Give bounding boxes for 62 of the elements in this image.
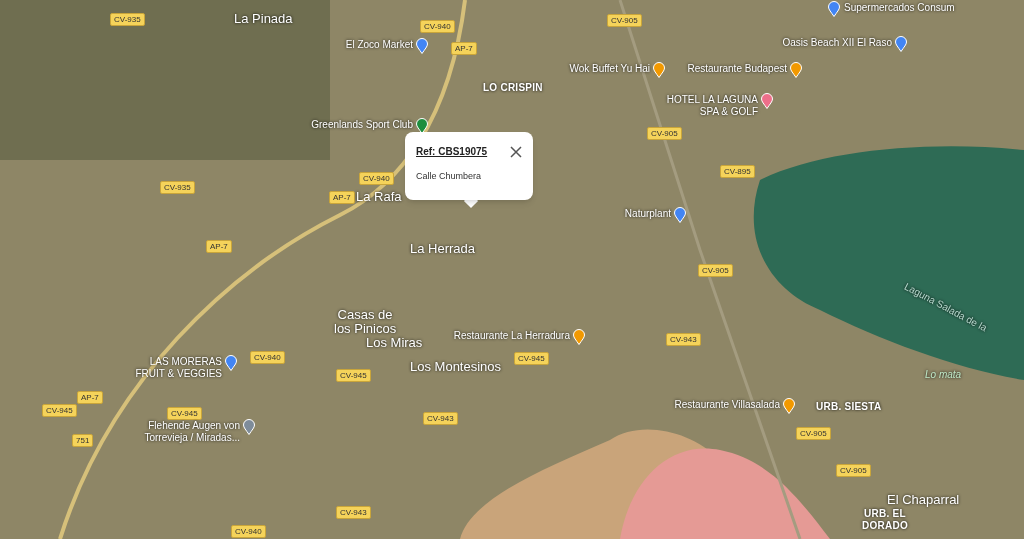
map-pin-icon[interactable] [674,207,686,223]
road-number: CV-945 [514,352,549,365]
road-number: CV-895 [720,165,755,178]
place-label: URB. EL DORADO [862,508,908,532]
road-number: CV-943 [423,412,458,425]
road-number: CV-940 [250,351,285,364]
place-label: La Rafa [356,190,402,204]
place-label[interactable]: Flehende Augen von Torrevieja / Miradas... [144,420,240,444]
road-number: CV-935 [160,181,195,194]
road-number: CV-905 [647,127,682,140]
place-label: El Chaparral [887,493,960,507]
road-number: CV-905 [796,427,831,440]
road-number: CV-940 [231,525,266,538]
road-number: AP-7 [77,391,103,404]
map-pin-icon[interactable] [243,419,255,435]
place-label: La Herrada [410,242,476,256]
road-number: CV-945 [336,369,371,382]
road-number: CV-943 [336,506,371,519]
place-label[interactable]: Restaurante La Herradura [453,330,570,342]
close-icon[interactable] [510,145,522,158]
road-number: CV-905 [836,464,871,477]
place-label[interactable]: Naturplant [624,208,671,220]
road-number: CV-943 [666,333,701,346]
road-number: CV-945 [167,407,202,420]
place-label[interactable]: HOTEL LA LAGUNA SPA & GOLF [666,94,758,118]
map-pin-icon[interactable] [895,36,907,52]
road-number: AP-7 [329,191,355,204]
place-label[interactable]: Oasis Beach XII El Raso [782,37,892,49]
place-label: Lo mata [925,368,962,382]
road-number: CV-940 [420,20,455,33]
place-label[interactable]: Restaurante Villasalada [674,399,780,411]
map-pin-icon[interactable] [783,398,795,414]
map-pin-icon[interactable] [416,118,428,134]
place-label[interactable]: LAS MORERAS FRUIT & VEGGIES [135,356,222,380]
reference-link[interactable]: Ref: CBS19075 [416,144,488,159]
place-label[interactable]: Supermercados Consum [844,2,955,14]
road-number: CV-940 [359,172,394,185]
road-number: CV-905 [607,14,642,27]
map-pin-icon[interactable] [828,1,840,17]
map-pin-icon[interactable] [653,62,665,78]
place-label: La Pinada [234,12,293,26]
road-number: CV-935 [110,13,145,26]
road-number: 751 [72,434,94,447]
map-pin-icon[interactable] [225,355,237,371]
road-number: CV-905 [698,264,733,277]
road-number: AP-7 [451,42,477,55]
map-pin-icon[interactable] [416,38,428,54]
place-label: Los Montesinos [410,360,502,374]
map-pin-icon[interactable] [573,329,585,345]
place-label: LO CRISPIN [483,82,543,94]
place-label: Casas de los Pinicos [334,308,397,336]
road-number: CV-945 [42,404,77,417]
map-pin-icon[interactable] [790,62,802,78]
address-text: Calle Chumbera [416,170,483,183]
place-label[interactable]: El Zoco Market [345,39,413,51]
place-label[interactable]: Wok Buffet Yu Hai [569,63,650,75]
place-label[interactable]: Restaurante Budapest [687,63,787,75]
map-pin-icon[interactable] [761,93,773,109]
place-label: Los Miras [366,336,423,350]
place-label[interactable]: Greenlands Sport Club [311,119,413,131]
place-label: URB. SIESTA [816,401,882,413]
road-number: AP-7 [206,240,232,253]
